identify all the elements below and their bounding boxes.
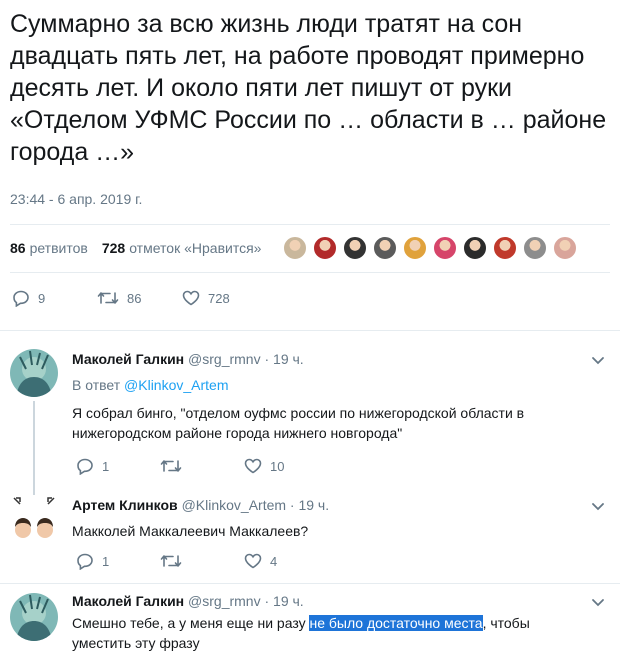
retweets-stat[interactable]: 86 ретвитов xyxy=(10,240,88,256)
reply-to-label: В ответ xyxy=(72,377,121,393)
avatar-10[interactable] xyxy=(553,236,578,260)
divider xyxy=(10,224,610,225)
reply-header: Артем Клинков @Klinkov_Artem · 19 ч. xyxy=(72,497,329,513)
reply-action[interactable]: 1 xyxy=(76,553,160,570)
like-action[interactable]: 4 xyxy=(244,553,277,569)
reply-author-handle[interactable]: @srg_rmnv · 19 ч. xyxy=(188,593,304,609)
retweet-action[interactable] xyxy=(160,553,244,569)
like-count: 4 xyxy=(270,553,278,569)
retweet-count: 86 xyxy=(127,290,142,306)
reply-actions: 1 4 xyxy=(76,551,277,571)
avatar-4[interactable] xyxy=(373,236,398,260)
reply-author-handle[interactable]: @Klinkov_Artem · 19 ч. xyxy=(182,497,330,513)
retweet-action[interactable]: 86 xyxy=(97,290,182,306)
reply-icon xyxy=(77,458,93,475)
avatar-5[interactable] xyxy=(403,236,428,260)
reply-author-name[interactable]: Маколей Галкин xyxy=(72,351,184,367)
reply-text-part: Смешно тебе, а у меня еще ни разу xyxy=(72,615,310,631)
avatar-image xyxy=(10,349,58,397)
likes-label: отметок «Нравится» xyxy=(129,240,262,256)
retweet-icon xyxy=(160,460,182,472)
heart-icon xyxy=(244,553,262,569)
avatar-3[interactable] xyxy=(343,236,368,260)
retweet-action[interactable] xyxy=(160,458,244,474)
likes-stat[interactable]: 728 отметок «Нравится» xyxy=(102,240,262,256)
reply-to-user-link[interactable]: @Klinkov_Artem xyxy=(124,377,228,393)
retweets-count: 86 xyxy=(10,240,26,256)
avatar[interactable] xyxy=(10,496,58,544)
avatar-1[interactable] xyxy=(283,236,308,260)
chevron-down-icon[interactable] xyxy=(591,598,605,608)
tweet-text: Суммарно за всю жизнь люди тратят на сон… xyxy=(10,10,607,166)
avatar[interactable] xyxy=(10,349,58,397)
reply-text: Макколей Маккалеевич Маккалеев? xyxy=(72,523,309,539)
reply-author-name[interactable]: Маколей Галкин xyxy=(72,593,184,609)
tweet-actions: 9 86 728 xyxy=(12,288,230,308)
reply-count: 1 xyxy=(102,458,110,474)
avatar-2[interactable] xyxy=(313,236,338,260)
reply-count: 9 xyxy=(38,290,46,306)
thread-line xyxy=(33,401,35,495)
reply-action[interactable]: 9 xyxy=(12,290,97,307)
reply-author-handle[interactable]: @srg_rmnv · 19 ч. xyxy=(188,351,304,367)
reply-action[interactable]: 1 xyxy=(76,458,160,475)
reply-icon xyxy=(13,290,29,307)
avatar-8[interactable] xyxy=(493,236,518,260)
chevron-down-icon[interactable] xyxy=(591,502,605,512)
avatar-image xyxy=(10,496,58,544)
reply-actions: 1 10 xyxy=(76,456,284,476)
reply-to-line: В ответ @Klinkov_Artem xyxy=(72,377,229,393)
retweet-icon xyxy=(97,292,119,304)
selected-text-highlight: не было достаточно места xyxy=(309,615,483,631)
reply-text: Я собрал бинго, "отделом оуфмс россии по… xyxy=(72,405,525,441)
like-action[interactable]: 10 xyxy=(244,458,284,474)
avatar[interactable] xyxy=(10,593,58,641)
divider xyxy=(0,583,620,584)
avatar-6[interactable] xyxy=(433,236,458,260)
reply-header: Маколей Галкин @srg_rmnv · 19 ч. xyxy=(72,593,304,609)
tweet-stats: 86 ретвитов 728 отметок «Нравится» xyxy=(10,230,583,266)
like-action[interactable]: 728 xyxy=(182,290,230,306)
retweets-label: ретвитов xyxy=(29,240,88,256)
divider xyxy=(0,330,620,331)
reply-author-name[interactable]: Артем Клинков xyxy=(72,497,178,513)
heart-icon xyxy=(244,458,262,474)
likes-count: 728 xyxy=(101,240,126,256)
divider xyxy=(10,272,610,273)
tweet-timestamp[interactable]: 23:44 - 6 апр. 2019 г. xyxy=(10,191,142,207)
chevron-down-icon[interactable] xyxy=(591,356,605,366)
avatar-9[interactable] xyxy=(523,236,548,260)
avatar-image xyxy=(10,593,58,641)
likers-avatars xyxy=(283,236,583,260)
reply-header: Маколей Галкин @srg_rmnv · 19 ч. xyxy=(72,351,304,367)
avatar-7[interactable] xyxy=(463,236,488,260)
reply-count: 1 xyxy=(102,553,110,569)
retweet-icon xyxy=(160,555,182,567)
like-count: 728 xyxy=(208,290,230,306)
reply-text: Смешно тебе, а у меня еще ни разу не был… xyxy=(72,613,562,653)
reply-icon xyxy=(77,553,93,570)
like-count: 10 xyxy=(270,458,285,474)
heart-icon xyxy=(182,290,200,306)
